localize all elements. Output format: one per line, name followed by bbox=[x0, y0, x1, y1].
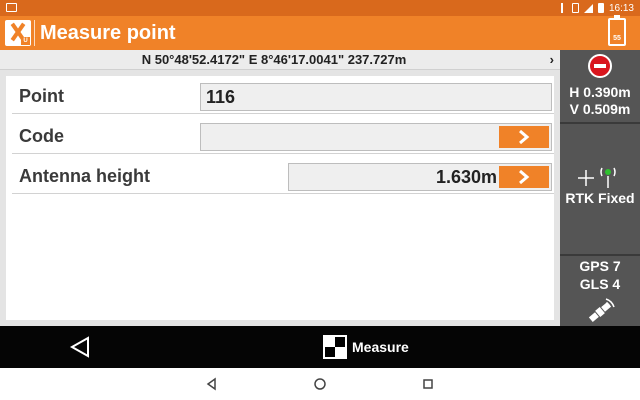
precision-vertical: V 0.509m bbox=[569, 101, 631, 117]
antenna-height-field[interactable]: 1.630m bbox=[288, 163, 552, 191]
chevron-right-icon bbox=[519, 170, 530, 184]
code-field[interactable] bbox=[200, 123, 552, 151]
nav-home-icon bbox=[314, 378, 326, 390]
nav-back-icon bbox=[206, 377, 216, 391]
nav-recents-icon bbox=[423, 379, 433, 389]
rtk-status: RTK Fixed bbox=[565, 190, 635, 206]
gls-count: GLS 4 bbox=[579, 276, 621, 292]
battery-icon bbox=[597, 3, 604, 13]
device-battery-icon: 55 bbox=[608, 15, 626, 46]
measure-icon bbox=[323, 335, 347, 359]
code-select-button[interactable] bbox=[499, 126, 549, 148]
nav-back-button[interactable] bbox=[204, 376, 220, 392]
nav-home-button[interactable] bbox=[312, 376, 328, 392]
chevron-right-icon[interactable]: › bbox=[550, 52, 554, 67]
system-nav-bar bbox=[0, 368, 640, 400]
antenna-height-edit-button[interactable] bbox=[499, 166, 549, 188]
code-label: Code bbox=[19, 126, 64, 146]
title-divider bbox=[34, 20, 35, 46]
measure-button[interactable]: Measure bbox=[320, 332, 420, 362]
coordinates-bar[interactable]: N 50°48'52.4172" E 8°46'17.0041" 237.727… bbox=[0, 50, 560, 70]
point-field[interactable]: 116 bbox=[200, 83, 552, 111]
status-bar: 16:13 bbox=[0, 0, 640, 16]
measure-label: Measure bbox=[352, 339, 409, 355]
antenna-height-row: Antenna height 1.630m bbox=[12, 156, 554, 194]
back-button[interactable] bbox=[60, 332, 100, 362]
gnss-status-panel: H 0.390m V 0.509m RTK Fixed GPS 7 GLS 4 bbox=[560, 50, 640, 326]
action-bar: Measure bbox=[0, 326, 640, 368]
status-icons: 16:13 bbox=[558, 1, 634, 15]
form-panel: Point 116 Code Antenna height 1.630m bbox=[6, 76, 554, 320]
bluetooth-icon bbox=[558, 3, 567, 13]
title-bar: U Measure point 55 bbox=[0, 15, 640, 50]
chevron-right-icon bbox=[519, 130, 530, 144]
gps-count: GPS 7 bbox=[579, 258, 621, 274]
code-row: Code bbox=[12, 116, 554, 154]
stop-icon[interactable] bbox=[588, 54, 612, 78]
nav-recents-button[interactable] bbox=[420, 376, 436, 392]
rtk-cell[interactable]: RTK Fixed bbox=[560, 124, 640, 254]
back-arrow-icon bbox=[69, 336, 89, 358]
current-position: N 50°48'52.4172" E 8°46'17.0041" 237.727… bbox=[141, 52, 407, 67]
satellite-cell[interactable]: GPS 7 GLS 4 bbox=[560, 256, 640, 326]
point-value: 116 bbox=[206, 87, 236, 107]
app-logo-icon[interactable]: U bbox=[5, 20, 31, 46]
point-label: Point bbox=[19, 86, 64, 106]
image-notification-icon bbox=[6, 3, 17, 12]
page-title: Measure point bbox=[40, 22, 176, 44]
vibrate-icon bbox=[571, 3, 579, 13]
point-row: Point 116 bbox=[12, 76, 554, 114]
precision-cell[interactable]: H 0.390m V 0.509m bbox=[560, 50, 640, 122]
signal-icon bbox=[583, 3, 593, 13]
antenna-height-label: Antenna height bbox=[19, 166, 150, 186]
rtk-antenna-icon bbox=[578, 167, 616, 188]
antenna-height-value: 1.630m bbox=[435, 167, 497, 187]
battery-level: 55 bbox=[613, 35, 621, 42]
satellite-icon bbox=[588, 298, 615, 323]
precision-horizontal: H 0.390m bbox=[569, 84, 631, 100]
status-time: 16:13 bbox=[608, 2, 634, 14]
